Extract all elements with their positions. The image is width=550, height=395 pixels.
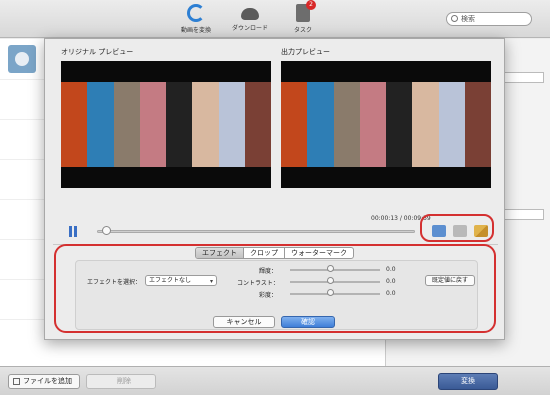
brightness-value: 0.0 xyxy=(386,266,396,273)
output-select[interactable] xyxy=(504,209,544,220)
file-thumbnail[interactable] xyxy=(8,45,36,73)
pause-icon[interactable] xyxy=(68,226,78,237)
contrast-value: 0.0 xyxy=(386,278,396,285)
saturation-handle[interactable] xyxy=(327,289,334,296)
main-toolbar: 動画を変換 ダウンロード 2 タスク 検索 xyxy=(0,0,550,38)
reset-button[interactable]: 既定値に戻す xyxy=(425,275,475,286)
convert-button[interactable]: 変換 xyxy=(438,373,498,390)
tab-crop[interactable]: クロップ xyxy=(244,248,285,258)
delete-button[interactable]: 削除 xyxy=(86,374,156,389)
effect-select-label: エフェクトを選択： xyxy=(87,279,142,286)
search-placeholder: 検索 xyxy=(461,15,475,23)
download-tab-label: ダウンロード xyxy=(231,25,268,32)
cancel-button[interactable]: キャンセル xyxy=(213,316,275,328)
original-preview-label: オリジナル プレビュー xyxy=(61,48,134,56)
effect-select-value: エフェクトなし xyxy=(149,277,192,284)
edit-dialog: オリジナル プレビュー 出力プレビュー 00:00:13 / 00:09:59 … xyxy=(44,38,505,340)
chevron-down-icon: ▾ xyxy=(209,278,213,285)
effect-select[interactable]: エフェクトなし ▾ xyxy=(145,275,217,286)
brightness-label: 輝度： xyxy=(259,268,278,275)
download-tab-button[interactable]: ダウンロード xyxy=(220,4,280,32)
convert-icon xyxy=(187,4,205,22)
tab-watermark[interactable]: ウォーターマーク xyxy=(285,248,353,258)
search-icon xyxy=(451,15,458,22)
saturation-value: 0.0 xyxy=(386,290,396,297)
crop-tool-icon[interactable] xyxy=(432,225,446,237)
task-tab-button[interactable]: 2 タスク xyxy=(273,0,333,34)
contrast-handle[interactable] xyxy=(327,277,334,284)
contrast-label: コントラスト： xyxy=(237,280,279,287)
confirm-button[interactable]: 確認 xyxy=(281,316,335,328)
seek-handle[interactable] xyxy=(102,226,111,235)
download-icon xyxy=(241,8,259,20)
convert-tab-label: 動画を変換 xyxy=(180,27,211,34)
edit-tabs: エフェクト クロップ ウォーターマーク xyxy=(195,247,354,259)
task-count-badge: 2 xyxy=(306,0,316,10)
saturation-label: 彩度： xyxy=(259,292,278,299)
saturation-slider[interactable] xyxy=(290,293,380,295)
tab-effect[interactable]: エフェクト xyxy=(196,248,244,258)
play-icon xyxy=(15,52,29,66)
add-file-button[interactable]: ファイルを追加 xyxy=(8,374,80,389)
brush-tool-icon[interactable] xyxy=(474,225,488,237)
task-icon: 2 xyxy=(296,0,316,22)
add-icon xyxy=(13,378,20,385)
search-input[interactable]: 検索 xyxy=(446,12,532,26)
convert-tab-button[interactable]: 動画を変換 xyxy=(166,4,226,34)
task-tab-label: タスク xyxy=(293,27,312,34)
original-preview xyxy=(61,61,271,188)
eraser-tool-icon[interactable] xyxy=(453,225,467,237)
contrast-slider[interactable] xyxy=(290,281,380,283)
preview-frame xyxy=(61,82,271,167)
output-preview-label: 出力プレビュー xyxy=(281,48,330,56)
brightness-slider[interactable] xyxy=(290,269,380,271)
delete-label: 削除 xyxy=(117,377,131,385)
output-preview xyxy=(281,61,491,188)
output-field[interactable] xyxy=(504,72,544,83)
convert-button-label: 変換 xyxy=(461,377,475,385)
brightness-handle[interactable] xyxy=(327,265,334,272)
bottom-bar: ファイルを追加 削除 変換 xyxy=(0,366,550,395)
seek-bar[interactable] xyxy=(97,230,415,233)
preview-frame xyxy=(281,82,491,167)
add-file-label: ファイルを追加 xyxy=(23,377,72,385)
